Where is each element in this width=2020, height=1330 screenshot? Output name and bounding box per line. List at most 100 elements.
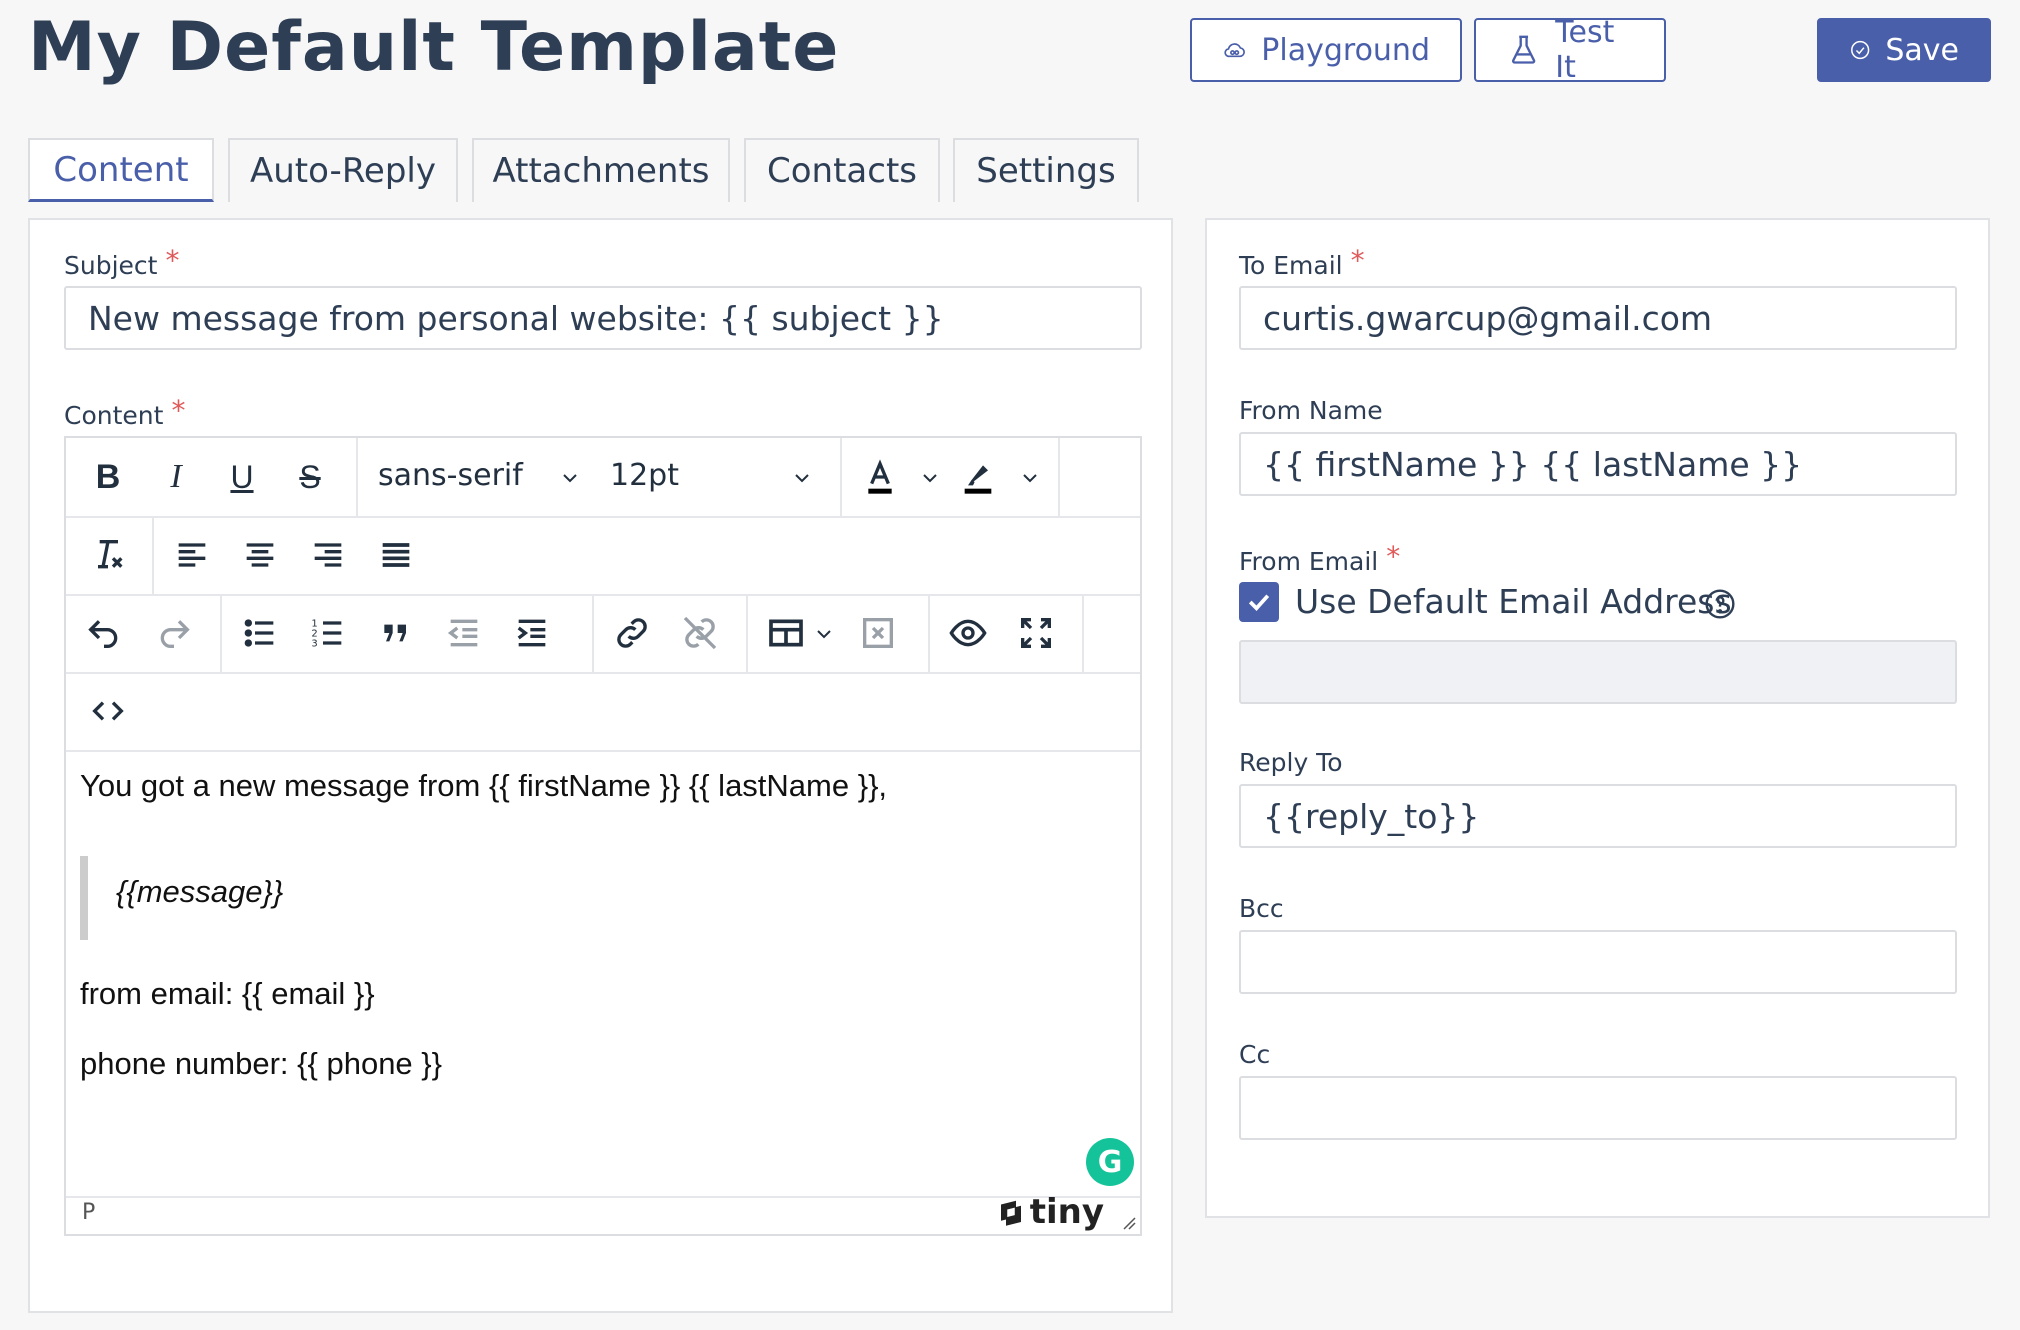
editor-line: You got a new message from {{ firstName …	[80, 768, 888, 803]
italic-icon[interactable]: I	[156, 457, 196, 497]
clear-formatting-icon[interactable]	[88, 535, 128, 575]
reply-to-label: Reply To	[1239, 748, 1343, 777]
chevron-down-icon	[1023, 474, 1037, 483]
font-family-select[interactable]: sans-serif	[378, 458, 523, 493]
email-settings-panel: To Email * curtis.gwarcup@gmail.com From …	[1205, 218, 1990, 1218]
align-justify-icon[interactable]	[376, 535, 416, 575]
test-it-button[interactable]: Test It	[1474, 15, 1666, 85]
chevron-down-icon	[563, 474, 577, 483]
toolbar-row-4	[66, 672, 1140, 752]
table-icon[interactable]	[766, 613, 806, 653]
help-icon[interactable]	[1704, 588, 1736, 620]
content-label: Content *	[64, 394, 185, 431]
chevron-down-icon	[817, 630, 831, 639]
playground-button[interactable]: Playground	[1190, 18, 1462, 82]
text-color-icon[interactable]	[860, 457, 900, 497]
editor-line: phone number: {{ phone }}	[80, 1046, 442, 1081]
save-button[interactable]: Save	[1817, 18, 1991, 82]
toolbar-group-history	[66, 594, 222, 672]
required-mark: *	[171, 394, 186, 427]
redo-icon[interactable]	[154, 613, 194, 653]
underline-icon[interactable]: U	[222, 457, 262, 497]
align-left-icon[interactable]	[172, 535, 212, 575]
flask-icon	[1512, 35, 1536, 64]
editor-statusbar: G P tiny	[66, 1138, 1140, 1234]
use-default-email-checkbox[interactable]	[1239, 582, 1279, 622]
chevron-down-icon	[795, 474, 809, 483]
required-mark: *	[165, 244, 180, 277]
font-size-select[interactable]: 12pt	[610, 458, 679, 493]
from-email-input	[1239, 640, 1957, 704]
use-default-email-label[interactable]: Use Default Email Address	[1295, 582, 1732, 621]
indent-icon[interactable]	[512, 613, 552, 653]
required-mark: *	[1386, 540, 1401, 573]
preview-icon[interactable]	[948, 613, 988, 653]
bcc-label: Bcc	[1239, 894, 1284, 923]
cloud-icon	[1224, 43, 1245, 58]
tab-auto-reply[interactable]: Auto-Reply	[228, 138, 458, 202]
from-email-label-text: From Email	[1239, 547, 1379, 576]
resize-handle-icon[interactable]	[1120, 1214, 1136, 1230]
subject-label-text: Subject	[64, 251, 158, 280]
toolbar-group-links	[592, 594, 748, 672]
checkmark-icon	[1248, 594, 1270, 611]
toolbar-group-view	[928, 594, 1084, 672]
rich-text-editor: B I U S sans-serif 12pt 1 2 3 You got a …	[64, 436, 1142, 1236]
page-title: My Default Template	[28, 8, 840, 87]
strikethrough-icon[interactable]: S	[290, 457, 330, 497]
fullscreen-icon[interactable]	[1016, 613, 1056, 653]
tab-attachments[interactable]: Attachments	[472, 138, 730, 202]
to-email-input[interactable]: curtis.gwarcup@gmail.com	[1239, 286, 1957, 350]
delete-table-icon[interactable]	[858, 613, 898, 653]
reply-to-input[interactable]: {{reply_to}}	[1239, 784, 1957, 848]
link-icon[interactable]	[612, 613, 652, 653]
align-right-icon[interactable]	[308, 535, 348, 575]
tiny-logo[interactable]: tiny	[996, 1192, 1104, 1232]
content-panel: Subject * New message from personal websi…	[28, 218, 1173, 1313]
editor-body[interactable]: You got a new message from {{ firstName …	[66, 752, 1140, 1186]
to-email-label-text: To Email	[1239, 251, 1343, 280]
test-it-label: Test It	[1555, 15, 1615, 85]
chevron-down-icon	[923, 474, 937, 483]
required-mark: *	[1350, 244, 1365, 277]
highlight-color-icon[interactable]	[958, 457, 998, 497]
bold-icon[interactable]: B	[88, 457, 128, 497]
from-email-label: From Email *	[1239, 540, 1400, 577]
editor-blockquote: {{message}}	[116, 874, 284, 909]
tiny-logo-text: tiny	[1029, 1192, 1104, 1232]
toolbar-group-clear	[66, 516, 154, 594]
from-name-label: From Name	[1239, 396, 1383, 425]
toolbar-group-align	[152, 516, 442, 594]
source-code-icon[interactable]	[88, 691, 128, 731]
grammarly-icon[interactable]: G	[1086, 1138, 1134, 1186]
cc-label: Cc	[1239, 1040, 1271, 1069]
bullet-list-icon[interactable]	[240, 613, 280, 653]
tab-contacts[interactable]: Contacts	[744, 138, 940, 202]
undo-icon[interactable]	[84, 613, 124, 653]
bcc-input[interactable]	[1239, 930, 1957, 994]
subject-input[interactable]: New message from personal website: {{ su…	[64, 286, 1142, 350]
unlink-icon[interactable]	[680, 613, 720, 653]
tab-settings[interactable]: Settings	[953, 138, 1139, 202]
blockquote-icon[interactable]	[376, 613, 416, 653]
to-email-label: To Email *	[1239, 244, 1365, 281]
tiny-logo-icon	[1000, 1200, 1021, 1226]
toolbar-group-format: B I U S	[66, 438, 358, 516]
from-name-input[interactable]: {{ firstName }} {{ lastName }}	[1239, 432, 1957, 496]
cc-input[interactable]	[1239, 1076, 1957, 1140]
svg-text:3: 3	[311, 638, 317, 649]
tab-content[interactable]: Content	[28, 138, 214, 202]
toolbar-group-lists: 123	[220, 594, 594, 672]
toolbar-row-2	[66, 516, 1140, 596]
editor-line: from email: {{ email }}	[80, 976, 375, 1011]
toolbar-group-font: sans-serif 12pt	[356, 438, 842, 516]
blockquote-bar	[80, 856, 88, 940]
toolbar-group-color	[840, 438, 1060, 516]
check-circle-icon	[1851, 40, 1870, 60]
content-label-text: Content	[64, 401, 164, 430]
align-center-icon[interactable]	[240, 535, 280, 575]
outdent-icon[interactable]	[444, 613, 484, 653]
subject-label: Subject *	[64, 244, 179, 281]
numbered-list-icon[interactable]: 123	[308, 613, 348, 653]
element-path[interactable]: P	[82, 1200, 95, 1225]
